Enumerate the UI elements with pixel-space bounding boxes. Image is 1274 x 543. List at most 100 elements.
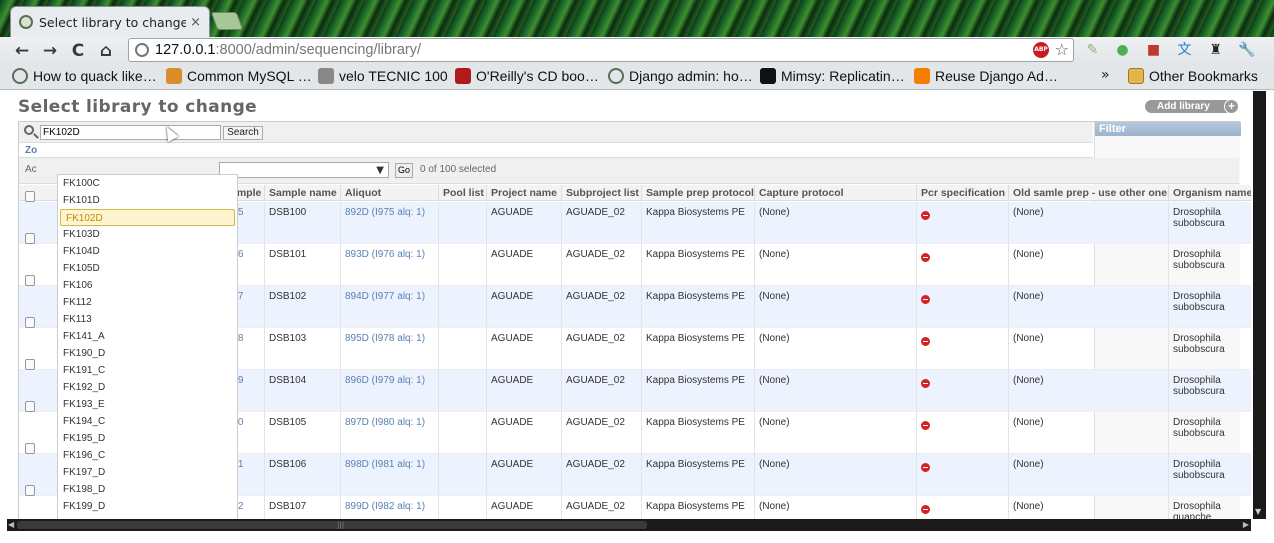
column-header[interactable]: Capture protocol	[754, 185, 916, 201]
home-button[interactable]: ⌂	[94, 40, 118, 62]
horizontal-scroll-thumb[interactable]: |||	[17, 521, 647, 529]
subproject-cell: AGUADE_02	[561, 454, 641, 496]
url-host: 127.0.0.1	[155, 42, 216, 58]
aliquot-link[interactable]: 893D (I976 alq: 1)	[340, 244, 438, 286]
row-checkbox[interactable]	[25, 443, 35, 454]
autocomplete-item[interactable]: FK192_D	[58, 379, 237, 396]
column-header[interactable]: Pool list	[438, 185, 486, 201]
autocomplete-item[interactable]: FK196_C	[58, 447, 237, 464]
extension-translate-icon[interactable]: 文	[1176, 42, 1193, 59]
address-bar[interactable]: 127.0.0.1:8000/admin/sequencing/library/…	[128, 38, 1074, 62]
autocomplete-item[interactable]: FK195_D	[58, 430, 237, 447]
extension-play-icon[interactable]: ●	[1114, 42, 1131, 59]
pool-list-cell	[438, 328, 486, 370]
row-checkbox[interactable]	[25, 359, 35, 370]
go-button[interactable]: Go	[395, 163, 413, 178]
back-button[interactable]: ←	[10, 40, 34, 62]
autocomplete-item[interactable]: FK199_D	[58, 498, 237, 515]
autocomplete-item[interactable]: FK141_A	[58, 328, 237, 345]
search-input[interactable]	[40, 125, 221, 140]
project-cell: AGUADE	[486, 370, 561, 412]
scroll-down-arrow-icon[interactable]: ▼	[1255, 507, 1261, 516]
add-library-button[interactable]: Add library +	[1145, 99, 1239, 114]
column-header[interactable]: Old samle prep - use other one	[1008, 185, 1168, 201]
autocomplete-item[interactable]: FK198_D	[58, 481, 237, 498]
scroll-right-arrow-icon[interactable]: ▶	[1243, 520, 1249, 529]
adblock-icon[interactable]: ABP	[1033, 42, 1049, 58]
bookmark-item[interactable]: O'Reilly's CD boo…	[455, 68, 599, 84]
pcr-cell	[916, 496, 1008, 519]
aliquot-link[interactable]: 897D (I980 alq: 1)	[340, 412, 438, 454]
row-checkbox[interactable]	[25, 401, 35, 412]
autocomplete-item[interactable]: FK190_D	[58, 345, 237, 362]
aliquot-link[interactable]: 896D (I979 alq: 1)	[340, 370, 438, 412]
action-select[interactable]: ▼	[219, 162, 389, 178]
extension-feather-icon[interactable]: ✎	[1084, 42, 1101, 59]
column-header[interactable]: Sample name	[264, 185, 340, 201]
row-checkbox[interactable]	[25, 317, 35, 328]
scroll-left-arrow-icon[interactable]: ◀	[8, 520, 14, 529]
bookmarks-overflow-button[interactable]: »	[1101, 67, 1110, 83]
close-icon[interactable]: ×	[190, 15, 201, 30]
autocomplete-item[interactable]: FK193_E	[58, 396, 237, 413]
autocomplete-item[interactable]: FK112	[58, 294, 237, 311]
row-checkbox[interactable]	[25, 275, 35, 286]
prep-protocol-cell: Kappa Biosystems PE	[641, 202, 754, 244]
pool-list-cell	[438, 202, 486, 244]
autocomplete-item[interactable]: FK102D	[60, 209, 235, 226]
extension-chef-icon[interactable]: ♜	[1207, 42, 1224, 59]
page-info-icon[interactable]	[135, 43, 149, 57]
search-button[interactable]: Search	[223, 126, 263, 140]
organism-cell: Drosophila subobscura	[1168, 328, 1251, 370]
column-header[interactable]: Sample prep protocol	[641, 185, 754, 201]
bookmark-item[interactable]: Django admin: ho…	[608, 68, 753, 84]
extension-book-icon[interactable]: ■	[1145, 42, 1162, 59]
autocomplete-item[interactable]: FK194_C	[58, 413, 237, 430]
bookmarks-bar: How to quack like… Common MySQL … velo T…	[0, 64, 1274, 90]
bookmark-item[interactable]: velo TECNIC 100	[318, 68, 448, 84]
new-tab-button[interactable]	[210, 12, 244, 30]
bookmark-item[interactable]: How to quack like…	[12, 68, 157, 84]
autocomplete-item[interactable]: FK197_D	[58, 464, 237, 481]
row-checkbox[interactable]	[25, 191, 35, 202]
column-header[interactable]: Aliquot	[340, 185, 438, 201]
prep-protocol-cell: Kappa Biosystems PE	[641, 454, 754, 496]
aliquot-link[interactable]: 899D (I982 alq: 1)	[340, 496, 438, 519]
reload-button[interactable]: C	[66, 40, 90, 62]
column-header[interactable]: Project name	[486, 185, 561, 201]
autocomplete-item[interactable]: FK101D	[58, 192, 237, 209]
autocomplete-item[interactable]: FK103D	[58, 226, 237, 243]
column-header[interactable]: Pcr specification	[916, 185, 1008, 201]
autocomplete-item[interactable]: FK105D	[58, 260, 237, 277]
aliquot-link[interactable]: 898D (I981 alq: 1)	[340, 454, 438, 496]
wrench-icon[interactable]: 🔧	[1238, 42, 1255, 59]
autocomplete-item[interactable]: FK191_C	[58, 362, 237, 379]
browser-tab[interactable]: Select library to change | ( ×	[10, 6, 210, 37]
admin-page: Select library to change Add library + S…	[0, 91, 1253, 519]
bookmark-item[interactable]: Reuse Django Ad…	[914, 68, 1058, 84]
aliquot-link[interactable]: 895D (I978 alq: 1)	[340, 328, 438, 370]
horizontal-scrollbar[interactable]: ◀ ||| ▶	[7, 519, 1251, 531]
aliquot-link[interactable]: 892D (I975 alq: 1)	[340, 202, 438, 244]
column-header[interactable]: Subproject list	[561, 185, 641, 201]
star-icon[interactable]: ☆	[1055, 40, 1069, 59]
row-checkbox[interactable]	[25, 485, 35, 496]
add-library-label: Add library	[1157, 101, 1210, 112]
bookmark-item[interactable]: Common MySQL …	[166, 68, 312, 84]
autocomplete-item[interactable]: FK113	[58, 311, 237, 328]
aliquot-link[interactable]: 894D (I977 alq: 1)	[340, 286, 438, 328]
subproject-cell: AGUADE_02	[561, 328, 641, 370]
column-header[interactable]: Organism name	[1168, 185, 1251, 201]
forward-button[interactable]: →	[38, 40, 62, 62]
autocomplete-item[interactable]: FK106	[58, 277, 237, 294]
autocomplete-item[interactable]: FK100C	[58, 175, 237, 192]
sample-name-cell: DSB103	[264, 328, 340, 370]
autocomplete-item[interactable]: FK104D	[58, 243, 237, 260]
other-bookmarks[interactable]: Other Bookmarks	[1128, 68, 1258, 84]
bookmark-item[interactable]: Mimsy: Replicatin…	[760, 68, 905, 84]
vertical-scrollbar[interactable]	[1253, 91, 1266, 519]
date-hierarchy-label[interactable]: Zo	[25, 145, 37, 156]
pool-list-cell	[438, 412, 486, 454]
row-checkbox[interactable]	[25, 233, 35, 244]
search-icon	[24, 125, 34, 135]
